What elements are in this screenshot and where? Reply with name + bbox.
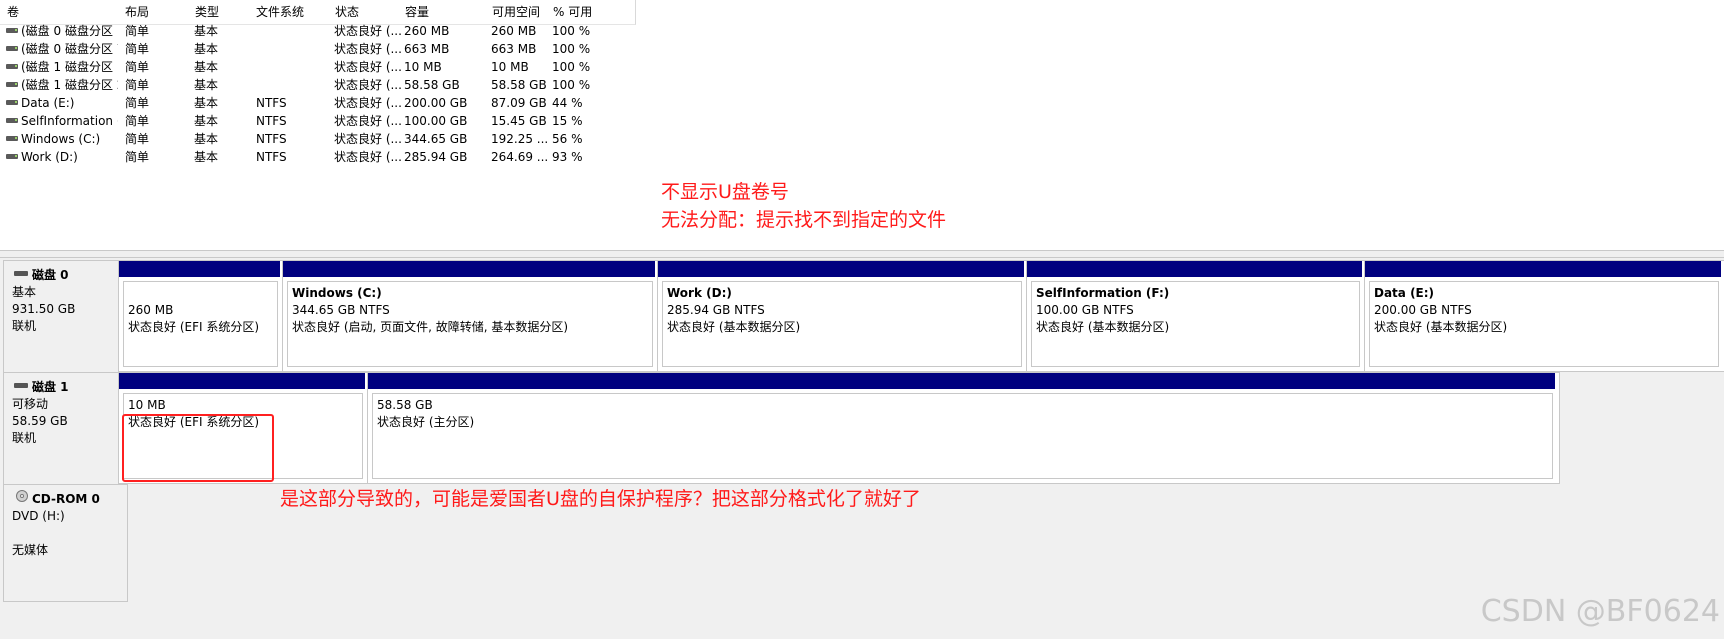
volume-list: 卷 布局 类型 文件系统 状态 容量 可用空间 % 可用 (磁盘 0 磁盘分区 …: [0, 0, 1724, 250]
partition-name: [128, 285, 277, 302]
table-row[interactable]: (磁盘 1 磁盘分区 2) 简单 基本 状态良好 (... 58.58 GB 5…: [0, 76, 700, 94]
partition-name: SelfInformation (F:): [1036, 286, 1170, 300]
drive-icon: [6, 28, 18, 33]
table-row[interactable]: SelfInformation (... 简单 基本 NTFS 状态良好 (..…: [0, 112, 700, 130]
watermark: CSDN @BF0624: [1480, 594, 1720, 629]
cd-rom-icon: [16, 490, 28, 502]
drive-icon: [6, 118, 18, 123]
disk-1-label[interactable]: 磁盘 1 可移动 58.59 GB 联机: [3, 372, 128, 490]
removable-disk-icon: [14, 383, 28, 388]
partition-data-e[interactable]: Data (E:) 200.00 GB NTFS 状态良好 (基本数据分区): [1365, 261, 1723, 371]
drive-icon: [6, 100, 18, 105]
drive-icon: [6, 64, 18, 69]
disk-1-partitions: 10 MB 状态良好 (EFI 系统分区) 58.58 GB 状态良好 (主分区…: [118, 372, 1560, 484]
table-row[interactable]: Data (E:) 简单 基本 NTFS 状态良好 (... 200.00 GB…: [0, 94, 700, 112]
drive-icon: [6, 82, 18, 87]
annotation-cause-explanation: 是这部分导致的，可能是爱国者U盘的自保护程序？把这部分格式化了就好了: [280, 488, 921, 510]
drive-icon: [6, 46, 18, 51]
partition-selfinformation-f[interactable]: SelfInformation (F:) 100.00 GB NTFS 状态良好…: [1027, 261, 1365, 371]
table-row[interactable]: Windows (C:) 简单 基本 NTFS 状态良好 (... 344.65…: [0, 130, 700, 148]
partition-windows-c[interactable]: Windows (C:) 344.65 GB NTFS 状态良好 (启动, 页面…: [283, 261, 658, 371]
disk-0-label[interactable]: 磁盘 0 基本 931.50 GB 联机: [3, 260, 128, 378]
table-row[interactable]: (磁盘 0 磁盘分区 7) 简单 基本 状态良好 (... 663 MB 663…: [0, 40, 700, 58]
partition-name: Work (D:): [667, 286, 732, 300]
annotation-no-volume-letter: 不显示U盘卷号: [661, 181, 789, 203]
table-row[interactable]: (磁盘 1 磁盘分区 1) 简单 基本 状态良好 (... 10 MB 10 M…: [0, 58, 700, 76]
drive-icon: [6, 136, 18, 141]
partition-name: Windows (C:): [292, 286, 382, 300]
partition-disk1-primary[interactable]: 58.58 GB 状态良好 (主分区): [368, 373, 1557, 483]
cdrom-label[interactable]: CD-ROM 0 DVD (H:) 无媒体: [3, 484, 128, 602]
table-row[interactable]: Work (D:) 简单 基本 NTFS 状态良好 (... 285.94 GB…: [0, 148, 700, 166]
partition-work-d[interactable]: Work (D:) 285.94 GB NTFS 状态良好 (基本数据分区): [658, 261, 1027, 371]
disk-0-partitions: 260 MB 状态良好 (EFI 系统分区) Windows (C:) 344.…: [118, 260, 1724, 372]
partition-disk0-efi[interactable]: 260 MB 状态良好 (EFI 系统分区): [119, 261, 283, 371]
partition-name: Data (E:): [1374, 286, 1435, 300]
pane-splitter[interactable]: [0, 250, 1724, 258]
annotation-cannot-assign: 无法分配：提示找不到指定的文件: [661, 209, 947, 231]
drive-icon: [6, 154, 18, 159]
disk-icon: [14, 271, 28, 276]
table-row[interactable]: (磁盘 0 磁盘分区 1) 简单 基本 状态良好 (... 260 MB 260…: [0, 22, 700, 40]
highlight-box: [122, 414, 274, 482]
